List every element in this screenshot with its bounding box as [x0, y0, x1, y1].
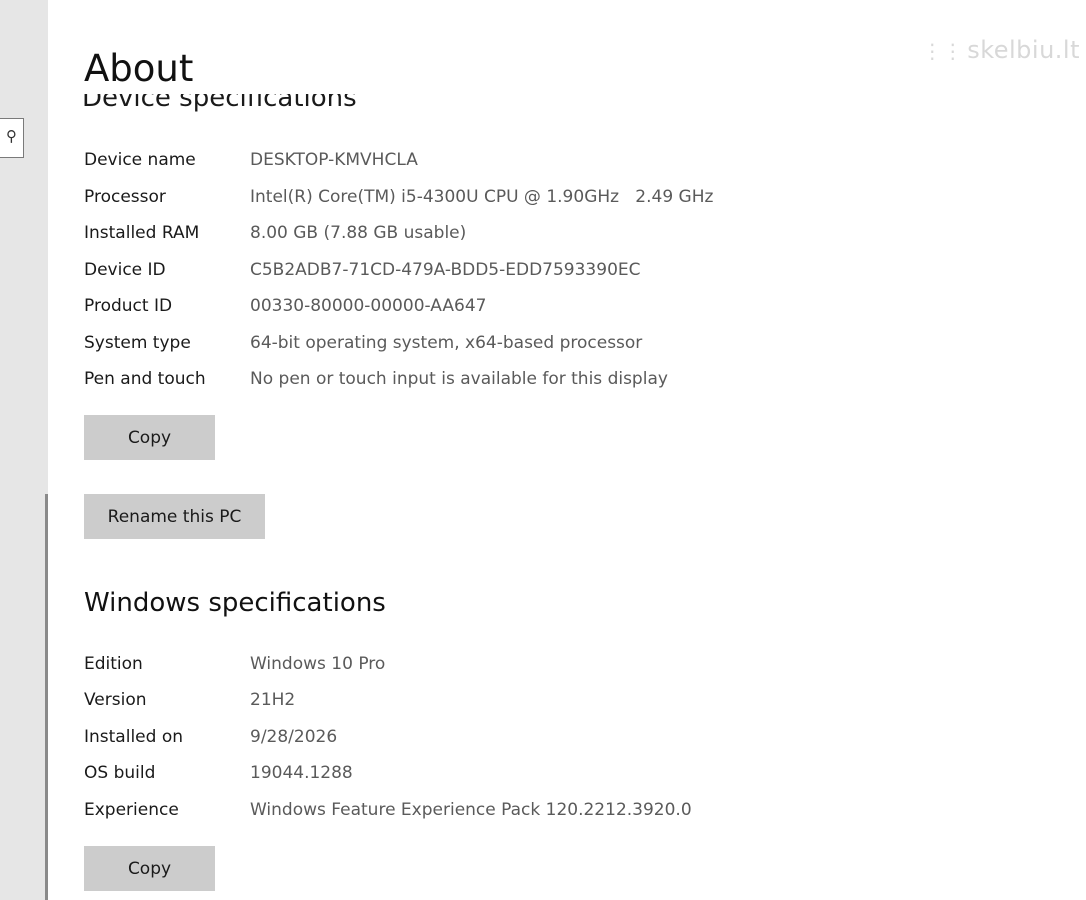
- spec-value: Windows 10 Pro: [250, 654, 386, 674]
- device-specifications-heading: Device specifications: [82, 94, 357, 112]
- spec-value: Windows Feature Experience Pack 120.2212…: [250, 800, 692, 820]
- spec-row-processor: Processor Intel(R) Core(TM) i5-4300U CPU …: [84, 185, 713, 209]
- spec-label: Experience: [84, 800, 179, 820]
- spec-value: 9/28/2026: [250, 727, 338, 747]
- spec-row-os-build: OS build 19044.1288: [84, 761, 353, 785]
- spec-value: 64-bit operating system, x64-based proce…: [250, 333, 643, 353]
- spec-row-device-name: Device name DESKTOP-KMVHCLA: [84, 148, 418, 172]
- spec-label: System type: [84, 333, 191, 353]
- spec-value: 00330-80000-00000-AA647: [250, 296, 487, 316]
- settings-window: ⚲ ⋮⋮ skelbiu.lt About Device specificatio…: [0, 0, 1086, 900]
- spec-value: 19044.1288: [250, 763, 353, 783]
- spec-value: DESKTOP-KMVHCLA: [250, 150, 418, 170]
- rename-pc-button[interactable]: Rename this PC: [84, 494, 265, 539]
- copy-device-specs-button[interactable]: Copy: [84, 415, 215, 460]
- spec-label: Installed on: [84, 727, 184, 747]
- spec-row-installed-ram: Installed RAM 8.00 GB (7.88 GB usable): [84, 221, 466, 245]
- spec-row-installed-on: Installed on 9/28/2026: [84, 725, 337, 749]
- navigation-pane: ⚲: [0, 0, 48, 900]
- search-icon[interactable]: ⚲: [6, 127, 17, 145]
- spec-label: Processor: [84, 187, 166, 207]
- spec-row-system-type: System type 64-bit operating system, x64-…: [84, 331, 642, 355]
- spec-label: Device ID: [84, 260, 166, 280]
- spec-row-version: Version 21H2: [84, 688, 295, 712]
- spec-row-experience: Experience Windows Feature Experience Pac…: [84, 798, 692, 822]
- windows-specifications-heading: Windows specifications: [84, 588, 386, 618]
- spec-row-edition: Edition Windows 10 Pro: [84, 652, 385, 676]
- spec-label: OS build: [84, 763, 156, 783]
- spec-row-product-id: Product ID 00330-80000-00000-AA647: [84, 294, 486, 318]
- spec-value: C5B2ADB7-71CD-479A-BDD5-EDD7593390EC: [250, 260, 641, 280]
- copy-windows-specs-button[interactable]: Copy: [84, 846, 215, 891]
- about-page: About Device specifications Device name D…: [82, 0, 1086, 900]
- spec-label: Product ID: [84, 296, 173, 316]
- spec-label: Edition: [84, 654, 143, 674]
- spec-label: Installed RAM: [84, 223, 200, 243]
- spec-row-device-id: Device ID C5B2ADB7-71CD-479A-BDD5-EDD7593…: [84, 258, 641, 282]
- spec-row-pen-and-touch: Pen and touch No pen or touch input is av…: [84, 367, 668, 391]
- spec-label: Device name: [84, 150, 196, 170]
- nav-scrollbar[interactable]: [45, 494, 48, 900]
- spec-value: 8.00 GB (7.88 GB usable): [250, 223, 467, 243]
- page-title: About: [84, 47, 194, 90]
- spec-value: 21H2: [250, 690, 296, 710]
- device-specifications-heading-text: Device specifications: [82, 94, 357, 112]
- spec-value: No pen or touch input is available for t…: [250, 369, 668, 389]
- spec-label: Pen and touch: [84, 369, 206, 389]
- spec-label: Version: [84, 690, 147, 710]
- spec-value: Intel(R) Core(TM) i5-4300U CPU @ 1.90GHz…: [250, 187, 714, 207]
- search-box[interactable]: ⚲: [0, 118, 24, 158]
